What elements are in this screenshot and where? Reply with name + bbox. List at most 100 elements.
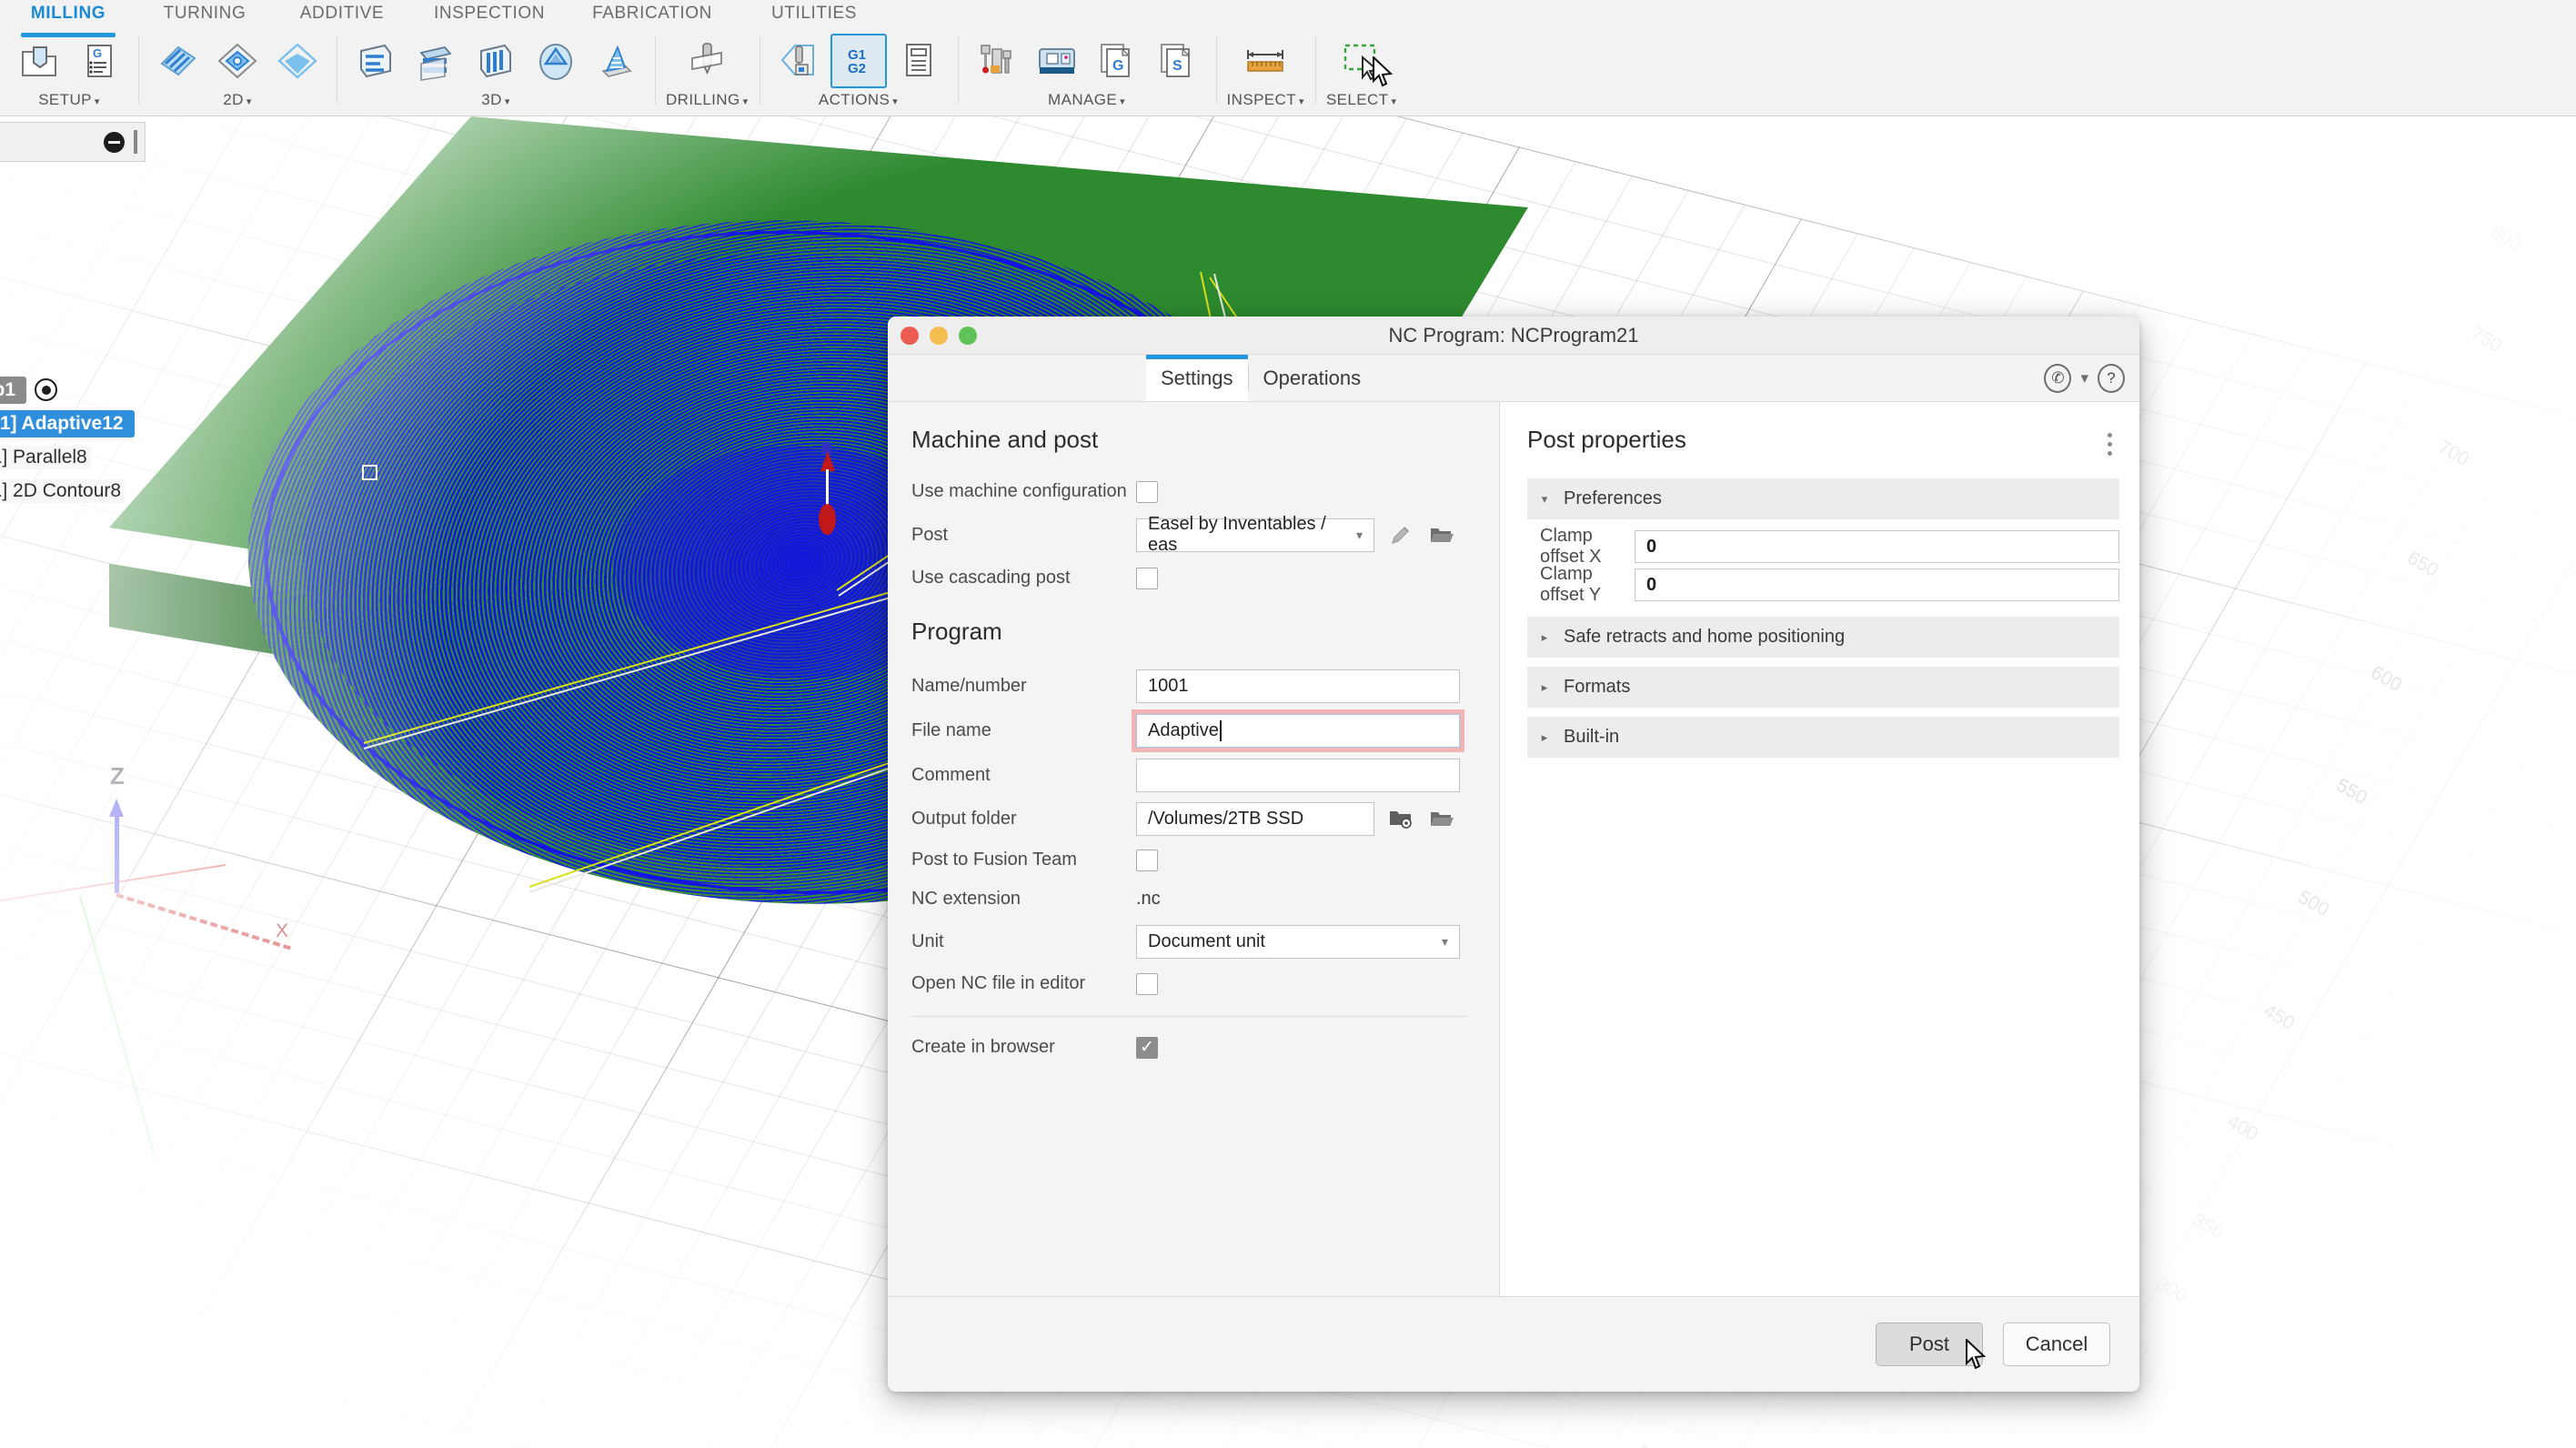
new-nc-program-icon[interactable]: G [71,34,127,88]
stop-icon[interactable] [891,34,947,88]
post-select[interactable]: Easel by Inventables / eas ▾ [1136,518,1374,552]
clamp-offset-x-input[interactable]: 0 [1635,530,2119,563]
output-folder-input[interactable]: /Volumes/2TB SSD [1136,802,1374,836]
drill-icon[interactable] [679,34,735,88]
browser-item-parallel8[interactable]: ✓ [T1] Parallel8 [0,440,244,474]
adaptive-3d-icon[interactable] [347,34,404,88]
post-button[interactable]: Post [1876,1322,1983,1366]
ribbon-panel-2d[interactable]: 2D▾ [138,33,337,113]
list-item[interactable]: Views [0,238,244,272]
spiral-icon[interactable] [588,34,644,88]
group-header-safe-retracts[interactable]: ▸ Safe retracts and home positioning [1527,617,2119,658]
machine-library-icon[interactable] [1029,34,1085,88]
collapse-icon[interactable] [104,132,125,153]
chevron-down-icon[interactable]: ▾ [2080,369,2088,387]
tab-inspection[interactable]: INSPECTION [411,0,568,31]
new-folder-icon[interactable] [1386,805,1415,832]
ribbon-panel-drilling[interactable]: DRILLING▾ [655,33,760,113]
wcs-target-icon[interactable] [35,378,57,401]
browse-folder-icon[interactable] [1427,805,1456,832]
browser-item-setup1[interactable]: Setup1 [0,373,244,407]
dialog-header-actions[interactable]: ✆ ▾ ? [2044,355,2125,401]
row-use-machine-configuration[interactable]: Use machine configuration [911,472,1499,511]
ribbon-tab-row[interactable]: MILLING TURNING ADDITIVE INSPECTION FABR… [0,0,2576,31]
name-number-input[interactable]: 1001 [1136,669,1460,703]
cancel-button[interactable]: Cancel [2003,1322,2110,1366]
post-library-icon[interactable]: G [1089,34,1145,88]
group-header-preferences[interactable]: ▾ Preferences [1527,478,2119,519]
row-file-name[interactable]: File name Adaptive [911,708,1499,753]
probe-icon[interactable] [770,34,827,88]
row-output-folder[interactable]: Output folder /Volumes/2TB SSD [911,797,1499,840]
browser-panel-header[interactable] [0,122,146,162]
horizontal-icon[interactable] [408,34,464,88]
row-clamp-offset-x[interactable]: Clamp offset X 0 [1527,528,2119,566]
comment-input[interactable] [1136,759,1460,792]
ribbon-toolbar[interactable]: MILLING TURNING ADDITIVE INSPECTION FABR… [0,0,2576,116]
use-cascading-post-checkbox[interactable] [1136,568,1158,589]
tab-additive[interactable]: ADDITIVE [273,0,411,31]
ribbon-panel-manage[interactable]: G S MANAGE▾ [958,33,1216,113]
post-to-fusion-team-checkbox[interactable] [1136,850,1158,871]
row-unit[interactable]: Unit Document unit ▾ [911,919,1499,964]
manual-ngc-icon[interactable]: G1 G2 [830,34,887,88]
row-post[interactable]: Post Easel by Inventables / eas ▾ [911,511,1499,558]
ribbon-panel-label: 2D▾ [223,91,251,109]
phone-support-icon[interactable]: ✆ [2044,364,2071,393]
group-header-built-in[interactable]: ▸ Built-in [1527,717,2119,758]
row-create-in-browser[interactable]: Create in browser [911,1028,1499,1067]
browser-item-2d-contour8[interactable]: ✓ [T1] 2D Contour8 [0,474,244,508]
measure-icon[interactable] [1237,34,1293,88]
tab-turning[interactable]: TURNING [136,0,273,31]
tab-settings[interactable]: Settings [1146,355,1248,401]
tool-library-icon[interactable] [969,34,1025,88]
tab-utilities[interactable]: UTILITIES [737,0,891,31]
open-folder-icon[interactable] [1427,521,1456,548]
nc-program-dialog[interactable]: NC Program: NCProgram21 Settings Operati… [888,317,2139,1392]
tab-milling[interactable]: MILLING [0,0,136,31]
create-in-browser-checkbox[interactable] [1136,1037,1158,1059]
grip-icon[interactable] [134,130,137,154]
list-item[interactable]: odels [0,272,244,306]
tab-operations[interactable]: Operations [1249,355,1376,401]
window-select-icon[interactable] [1333,34,1390,88]
more-options-icon[interactable] [2108,426,2119,456]
row-open-nc-file-in-editor[interactable]: Open NC file in editor [911,964,1499,1003]
list-item[interactable]: grams [0,306,244,339]
clamp-offset-y-input[interactable]: 0 [1635,568,2119,601]
dialog-titlebar[interactable]: NC Program: NCProgram21 [888,317,2139,355]
browser-item-label: Setup1 [0,377,26,404]
row-comment[interactable]: Comment [911,753,1499,797]
ribbon-panel-select[interactable]: SELECT▾ [1315,33,1407,113]
ribbon-panel-inspect[interactable]: INSPECT▾ [1216,33,1315,113]
list-item[interactable]: ed v1 [0,171,244,205]
ribbon-panel-setup[interactable]: G SETUP▾ [0,33,138,113]
scallop-icon[interactable] [528,34,584,88]
row-clamp-offset-y[interactable]: Clamp offset Y 0 [1527,566,2119,604]
row-use-cascading-post[interactable]: Use cascading post [911,558,1499,598]
dialog-tabbar[interactable]: Settings Operations ✆ ▾ ? [888,355,2139,402]
adaptive-2d-icon[interactable] [209,34,266,88]
group-header-formats[interactable]: ▸ Formats [1527,667,2119,708]
ribbon-panel-actions[interactable]: G1 G2 ACTIONS▾ [760,33,958,113]
face-icon[interactable] [149,34,206,88]
parallel-icon[interactable] [468,34,524,88]
edit-pencil-icon[interactable] [1386,521,1415,548]
ribbon-panel-row[interactable]: G SETUP▾ [0,33,1407,115]
help-icon[interactable]: ? [2098,364,2125,393]
contour-2d-icon[interactable] [269,34,326,88]
list-item[interactable]: tups [0,339,244,373]
script-library-icon[interactable]: S [1149,34,1205,88]
row-name-number[interactable]: Name/number 1001 [911,664,1499,708]
file-name-input[interactable]: Adaptive [1136,714,1460,748]
browser-panel[interactable]: ed v1 mm Views odels grams tups Setup1 ✓ [0,122,244,508]
row-post-to-fusion-team[interactable]: Post to Fusion Team [911,840,1499,880]
tab-fabrication[interactable]: FABRICATION [568,0,737,31]
list-item[interactable]: mm [0,205,244,238]
use-machine-configuration-checkbox[interactable] [1136,481,1158,503]
browser-item-adaptive12[interactable]: ✓ [T1] Adaptive12 [0,407,244,440]
ribbon-panel-3d[interactable]: 3D▾ [337,33,655,113]
new-setup-icon[interactable] [11,34,67,88]
unit-select[interactable]: Document unit ▾ [1136,925,1460,959]
open-nc-file-in-editor-checkbox[interactable] [1136,973,1158,995]
